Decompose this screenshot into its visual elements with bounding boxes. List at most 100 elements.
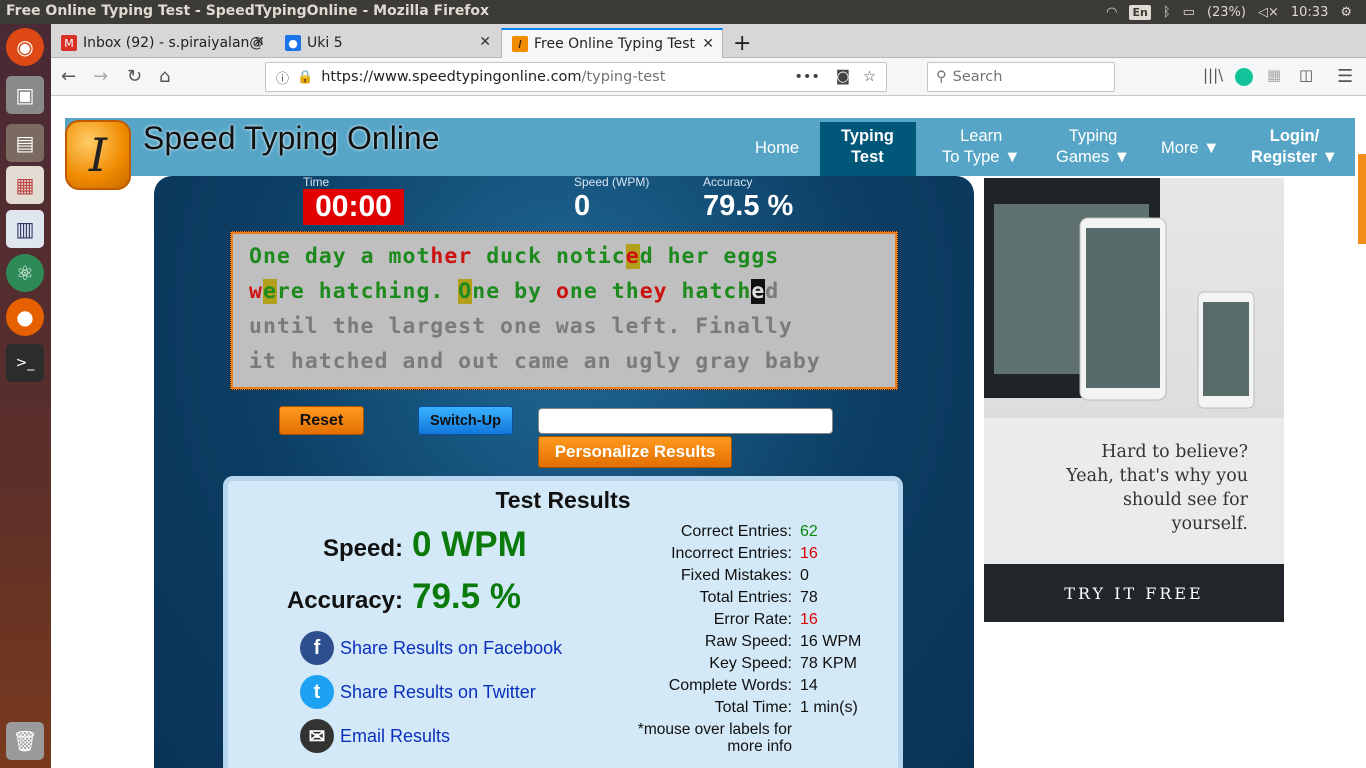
time-label: Time [303,175,330,189]
stat-value: 16 [800,545,818,562]
close-tab-icon[interactable]: ✕ [253,34,265,50]
search-input[interactable]: ⚲ Search [927,62,1115,92]
ad-line-3: should see for [1122,490,1248,510]
results-speed-value: 0 WPM [412,525,527,564]
share-twitter-link[interactable]: t Share Results on Twitter [300,675,536,709]
reset-button[interactable]: Reset [279,406,364,435]
settings-gear-icon[interactable]: ⚙ [1340,5,1352,20]
email-results-link[interactable]: ✉ Email Results [300,719,450,753]
page-content: I Speed Typing Online Home Typing Test Le… [51,96,1366,768]
reload-button[interactable]: ↻ [127,66,142,87]
tab-uki[interactable]: ● Uki 5 ✕ [275,28,499,58]
stat-label[interactable]: Error Rate: [532,611,792,629]
window-title: Free Online Typing Test - SpeedTypingOnl… [6,3,490,19]
wifi-icon[interactable]: ◠ [1106,5,1117,20]
document-viewer-icon[interactable]: ▦ [6,166,44,204]
tab-label: Inbox (92) - s.piraiyalan@ [83,35,264,51]
stat-label[interactable]: Total Entries: [532,589,792,607]
share-facebook-link[interactable]: f Share Results on Facebook [300,631,562,665]
nav-login-register[interactable]: Login/Register ▼ [1251,126,1338,168]
camera-app-icon[interactable]: ▣ [6,76,44,114]
passage-line-4: it hatched and out came an ugly gray bab… [249,349,821,374]
stat-label[interactable]: Total Time: [532,699,792,717]
back-button[interactable]: ← [61,66,76,87]
stat-label[interactable]: Correct Entries: [532,523,792,541]
sidebar-icon[interactable]: ◫ [1299,66,1313,84]
atom-editor-icon[interactable]: ⚛ [6,254,44,292]
classroom-icon: ● [285,35,301,51]
home-button[interactable]: ⌂ [159,66,170,87]
tab-typing-test[interactable]: I Free Online Typing Test ✕ [501,28,723,58]
url-host: https://www.speedtypingonline.com [321,69,582,85]
timer-display: 00:00 [303,189,404,225]
pocket-icon[interactable]: ◙ [836,69,850,85]
stat-label[interactable]: Complete Words: [532,677,792,695]
test-results-panel: Test Results Speed: 0 WPM Accuracy: 79.5… [223,476,903,768]
forward-button[interactable]: → [93,66,108,87]
gmail-icon: M [61,35,77,51]
passage-line-3: until the largest one was left. Finally [249,314,793,339]
search-icon: ⚲ [936,69,947,85]
passage-line-1: One day a mother duck noticed her eggs [249,244,780,269]
lock-icon: 🔒 [297,69,314,85]
stat-label[interactable]: Raw Speed: [532,633,792,651]
battery-percent: (23%) [1206,4,1246,20]
trash-icon[interactable]: 🗑 [6,722,44,760]
keyboard-language[interactable]: En [1129,4,1151,20]
page-actions-icon[interactable]: ••• [794,69,820,85]
terminal-icon[interactable]: >_ [6,344,44,382]
menu-icon[interactable]: ☰ [1337,66,1353,87]
firefox-icon[interactable]: ● [6,298,44,336]
stat-label[interactable]: Key Speed: [532,655,792,673]
nav-more[interactable]: More ▼ [1161,138,1220,159]
email-icon: ✉ [300,719,334,753]
stat-value: 16 [800,611,818,628]
try-it-free-button[interactable]: TRY IT FREE [984,564,1284,622]
grammarly-icon[interactable] [1235,68,1253,86]
close-tab-icon[interactable]: ✕ [479,34,491,50]
stat-value: 78 KPM [800,655,857,672]
tab-gmail[interactable]: M Inbox (92) - s.piraiyalan@ ✕ [51,28,273,58]
files-app-icon[interactable]: ▤ [6,124,44,162]
nav-typing-test[interactable]: Typing Test [841,126,894,168]
tab-label: Free Online Typing Test [534,36,695,52]
ubuntu-dash-icon[interactable]: ◉ [6,28,44,66]
nav-home[interactable]: Home [755,138,799,159]
close-tab-icon[interactable]: ✕ [702,36,714,52]
stat-label[interactable]: Fixed Mistakes: [532,567,792,585]
site-logo[interactable]: I [65,120,131,190]
site-brand[interactable]: Speed Typing Online [143,120,440,157]
bluetooth-icon[interactable]: ᛒ [1163,5,1171,20]
stat-label[interactable]: Incorrect Entries: [532,545,792,563]
ad-device-image [984,178,1284,418]
new-tab-button[interactable]: + [729,28,759,58]
library-icon[interactable]: |||\ [1203,66,1223,84]
stat-value: 16 WPM [800,633,862,650]
nav-typing-games[interactable]: Typing Games ▼ [1056,126,1130,168]
tab-strip: M Inbox (92) - s.piraiyalan@ ✕ ● Uki 5 ✕… [51,24,1366,58]
ad-line-1: Hard to believe? [1101,442,1248,462]
typing-passage[interactable]: One day a mother duck noticed her eggs w… [230,231,898,390]
advertisement[interactable]: Hard to believe? Yeah, that's why you sh… [984,178,1284,622]
twitter-icon: t [300,675,334,709]
nav-learn-to-type[interactable]: Learn To Type ▼ [942,126,1020,168]
url-bar[interactable]: ⓘ 🔒 https://www.speedtypingonline.com /t… [265,62,887,92]
url-path: /typing-test [581,69,666,85]
typing-input[interactable] [538,408,833,434]
personalize-results-button[interactable]: Personalize Results [538,436,732,468]
accuracy-value: 79.5 % [703,190,794,222]
extension-icon[interactable]: ▦ [1267,66,1281,84]
mouse-over-note: *mouse over labels for [637,721,792,738]
bookmark-star-icon[interactable]: ☆ [863,69,876,85]
system-tray: ◠ En ᛒ ▭ (23%) ◁× 10:33 ⚙ [1106,0,1366,24]
text-editor-icon[interactable]: ▥ [6,210,44,248]
volume-icon[interactable]: ◁× [1258,5,1279,20]
clock[interactable]: 10:33 [1291,5,1328,20]
info-icon[interactable]: ⓘ [276,68,289,87]
site-favicon-icon: I [512,36,528,52]
page-scrollbar[interactable] [1358,154,1366,244]
battery-icon[interactable]: ▭ [1183,5,1195,20]
switch-up-button[interactable]: Switch-Up [418,406,513,435]
facebook-icon: f [300,631,334,665]
ad-line-4: yourself. [1171,514,1248,534]
